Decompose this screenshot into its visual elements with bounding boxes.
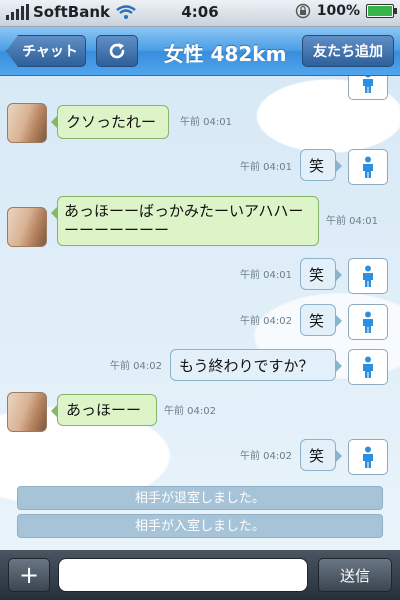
status-bar: SoftBank 4:06 100% — [0, 0, 400, 27]
my-avatar — [348, 149, 388, 185]
add-friend-button[interactable]: 友たち追加 — [302, 35, 394, 67]
message-bubble-incoming: あっほーーばっかみたーいアハハーーーーーーーー — [51, 196, 319, 246]
send-button[interactable]: 送信 — [318, 558, 392, 592]
message-input-bar: + 送信 — [0, 550, 400, 600]
message-timestamp: 午前 04:01 — [180, 117, 232, 128]
my-avatar — [348, 439, 388, 475]
battery-percent: 100% — [316, 3, 360, 19]
my-avatar — [348, 304, 388, 340]
person-icon — [363, 76, 373, 93]
orientation-lock-icon — [295, 3, 310, 19]
message-bubble-outgoing: 笑 — [300, 149, 342, 181]
person-icon — [363, 265, 373, 287]
my-avatar — [348, 349, 388, 385]
my-avatar — [348, 258, 388, 294]
person-icon — [363, 446, 373, 468]
message-bubble-incoming: あっほーー — [51, 394, 157, 426]
message-timestamp: 午前 04:02 — [240, 451, 292, 462]
person-icon — [363, 156, 373, 178]
refresh-button[interactable] — [96, 35, 138, 67]
message-timestamp: 午前 04:02 — [110, 361, 162, 372]
message-bubble-outgoing: もう終わりですか？ — [170, 349, 342, 381]
partner-avatar[interactable] — [7, 103, 47, 143]
message-timestamp: 午前 04:01 — [326, 216, 378, 227]
refresh-icon — [109, 43, 125, 59]
message-bubble-incoming: クソったれー — [51, 105, 169, 139]
person-icon — [363, 311, 373, 333]
battery-icon — [366, 4, 397, 18]
my-avatar — [348, 76, 388, 100]
message-timestamp: 午前 04:01 — [240, 270, 292, 281]
message-timestamp: 午前 04:02 — [164, 406, 216, 417]
message-timestamp: 午前 04:02 — [240, 316, 292, 327]
person-icon — [363, 356, 373, 378]
attach-button[interactable]: + — [8, 558, 50, 592]
message-bubble-outgoing: 笑 — [300, 258, 342, 290]
partner-avatar[interactable] — [7, 207, 47, 247]
message-timestamp: 午前 04:01 — [240, 162, 292, 173]
system-message: 相手が入室しました。 — [17, 514, 383, 538]
chat-log[interactable]: クソったれー 午前 04:01 午前 04:01 笑 あっほーーばっかみたーいア… — [0, 76, 400, 550]
navigation-bar: チャット 女性 482km 友たち追加 — [0, 27, 400, 76]
system-message: 相手が退室しました。 — [17, 486, 383, 510]
message-bubble-outgoing: 笑 — [300, 439, 342, 471]
battery-area: 100% — [295, 3, 397, 19]
message-input[interactable] — [58, 558, 308, 592]
page-title: 女性 482km — [163, 42, 287, 66]
partner-avatar[interactable] — [7, 392, 47, 432]
back-button[interactable]: チャット — [6, 35, 86, 67]
message-bubble-outgoing: 笑 — [300, 304, 342, 336]
